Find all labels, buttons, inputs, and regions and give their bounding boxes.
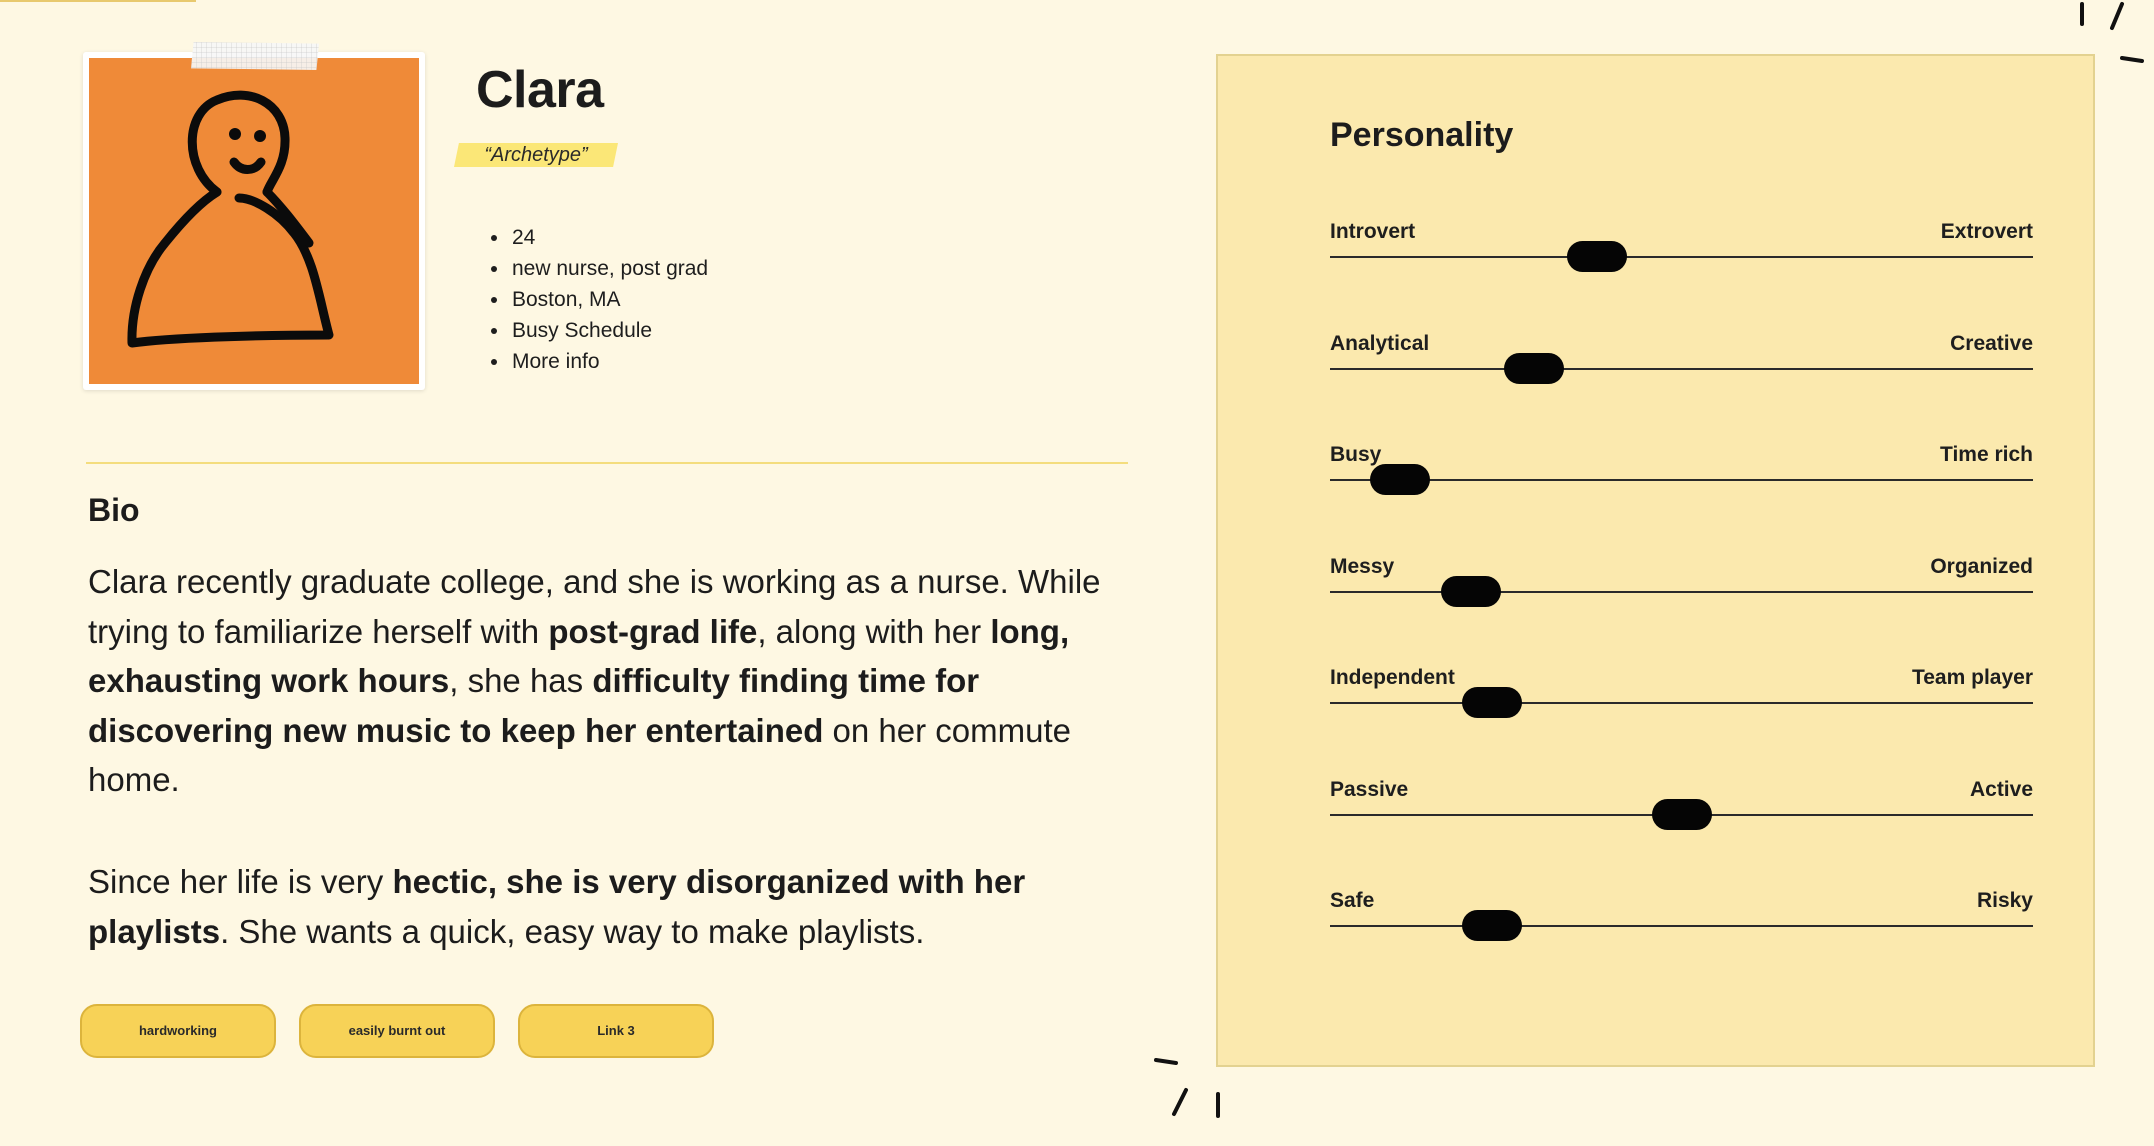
bio-heading: Bio bbox=[88, 492, 140, 528]
trait-label-right: Team player bbox=[1911, 666, 2033, 689]
persona-facts-list: 24 new nurse, post grad Boston, MA Busy … bbox=[490, 222, 708, 377]
bio-paragraph-2: Since her life is very hectic, she is ve… bbox=[88, 857, 1108, 956]
trait-label-left: Independent bbox=[1330, 666, 1455, 689]
slider-thumb[interactable] bbox=[1440, 575, 1501, 607]
trait-label-left: Passive bbox=[1330, 777, 1409, 801]
trait-slider-safe: Safe Risky bbox=[1330, 889, 2033, 949]
tape-decoration bbox=[191, 42, 319, 70]
section-divider bbox=[86, 462, 1128, 464]
slider-track[interactable] bbox=[1330, 925, 2033, 927]
bio-text-segment: Since her life is very bbox=[88, 863, 393, 900]
slider-thumb[interactable] bbox=[1461, 910, 1522, 941]
fact-item: Boston, MA bbox=[510, 284, 708, 315]
slider-track[interactable] bbox=[1330, 590, 2033, 593]
fact-item: new nurse, post grad bbox=[510, 253, 708, 284]
trait-label-right: Risky bbox=[1976, 889, 2033, 912]
bio-text-segment: , she has bbox=[449, 662, 593, 699]
slider-thumb[interactable] bbox=[1503, 352, 1564, 384]
trait-label-right: Creative bbox=[1950, 331, 2033, 355]
bio-paragraph-1: Clara recently graduate college, and she… bbox=[88, 557, 1108, 805]
tag-easily-burnt-out-button[interactable]: easily burnt out bbox=[299, 1004, 495, 1058]
trait-label-right: Active bbox=[1969, 777, 2033, 801]
trait-label-right: Extrovert bbox=[1940, 220, 2033, 243]
fact-item: More info bbox=[510, 346, 708, 377]
persona-name: Clara bbox=[476, 61, 604, 119]
tag-link-3-button[interactable]: Link 3 bbox=[518, 1004, 714, 1058]
avatar-image bbox=[89, 58, 419, 384]
archetype-label: “Archetype” bbox=[454, 143, 618, 167]
avatar bbox=[83, 42, 425, 390]
person-doodle-icon bbox=[127, 90, 334, 348]
trait-label-left: Analytical bbox=[1330, 331, 1430, 355]
trait-slider-messy: Messy Organized bbox=[1330, 555, 2033, 615]
trait-label-left: Busy bbox=[1330, 443, 1382, 466]
trait-slider-analytical: Analytical Creative bbox=[1330, 332, 2033, 392]
edge-mark bbox=[0, 0, 196, 2]
slider-track[interactable] bbox=[1330, 479, 2033, 481]
trait-label-right: Time rich bbox=[1940, 443, 2033, 466]
sparkle-decoration-icon bbox=[2080, 2, 2144, 63]
tag-hardworking-button[interactable]: hardworking bbox=[80, 1004, 276, 1058]
trait-slider-independent: Independent Team player bbox=[1330, 666, 2033, 726]
bio-text-segment: . She wants a quick, easy way to make pl… bbox=[220, 912, 925, 950]
trait-slider-introvert: Introvert Extrovert bbox=[1330, 220, 2033, 280]
bio-text-segment: , along with her bbox=[757, 612, 991, 650]
slider-thumb[interactable] bbox=[1461, 687, 1522, 718]
trait-label-left: Safe bbox=[1330, 889, 1375, 912]
trait-slider-busy: Busy Time rich bbox=[1330, 443, 2033, 503]
slider-track[interactable] bbox=[1330, 702, 2033, 704]
bio-text-segment-bold: post-grad life bbox=[548, 612, 758, 650]
slider-thumb[interactable] bbox=[1567, 241, 1628, 272]
slider-track[interactable] bbox=[1330, 367, 2033, 370]
trait-label-right: Organized bbox=[1930, 554, 2033, 578]
fact-item: 24 bbox=[510, 222, 708, 253]
sparkle-decoration-icon bbox=[1154, 1058, 1220, 1118]
slider-thumb[interactable] bbox=[1370, 464, 1431, 495]
slider-track[interactable] bbox=[1330, 256, 2033, 258]
fact-item: Busy Schedule bbox=[510, 315, 708, 346]
slider-thumb[interactable] bbox=[1651, 798, 1712, 830]
trait-slider-passive: Passive Active bbox=[1330, 778, 2033, 838]
personality-heading: Personality bbox=[1330, 116, 1514, 154]
trait-label-left: Messy bbox=[1330, 554, 1395, 578]
personality-panel: Personality Introvert Extrovert Analytical… bbox=[1216, 54, 2095, 1067]
trait-label-left: Introvert bbox=[1330, 220, 1416, 243]
